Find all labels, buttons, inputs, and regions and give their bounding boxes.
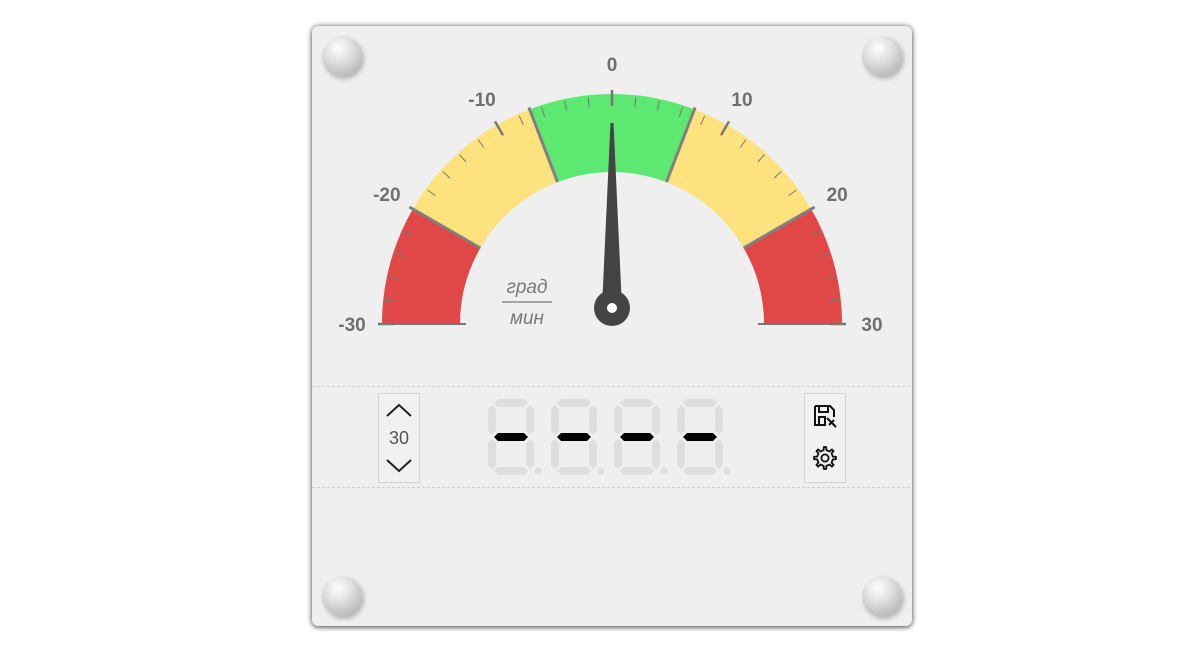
gauge-panel: -30 -20 -10 0 10 20 30 град мин 30 bbox=[312, 26, 912, 626]
segment-off bbox=[526, 405, 534, 435]
digit-0 bbox=[488, 399, 542, 475]
scale-label: -10 bbox=[468, 90, 495, 111]
segment-off bbox=[677, 439, 685, 469]
segment-middle bbox=[494, 433, 528, 441]
segment-off bbox=[551, 439, 559, 469]
chevron-down-icon bbox=[386, 459, 412, 473]
segment-off bbox=[488, 405, 496, 435]
settings-button[interactable] bbox=[811, 444, 839, 472]
digit-2 bbox=[614, 399, 668, 475]
segment-off bbox=[683, 399, 717, 407]
range-value: 30 bbox=[388, 428, 410, 448]
segment-off bbox=[494, 467, 528, 475]
segment-middle bbox=[557, 433, 591, 441]
decimal-point bbox=[597, 467, 605, 475]
screw-bottom-right bbox=[862, 576, 902, 616]
range-selector: 30 bbox=[378, 393, 420, 483]
segment-middle bbox=[683, 433, 717, 441]
segment-off bbox=[620, 399, 654, 407]
tool-panel bbox=[804, 393, 846, 483]
digit-1 bbox=[551, 399, 605, 475]
unit-numerator: град bbox=[506, 277, 547, 298]
save-button[interactable] bbox=[811, 402, 839, 430]
scale-label: 0 bbox=[607, 55, 618, 76]
chevron-up-icon bbox=[386, 403, 412, 417]
scale-label: -20 bbox=[373, 185, 400, 206]
segment-middle bbox=[620, 433, 654, 441]
decimal-point bbox=[660, 467, 668, 475]
segment-off bbox=[614, 405, 622, 435]
segment-off bbox=[557, 399, 591, 407]
scale-label: 30 bbox=[861, 315, 882, 336]
screw-bottom-left bbox=[322, 576, 362, 616]
segment-off bbox=[589, 405, 597, 435]
segment-off bbox=[589, 439, 597, 469]
range-down-button[interactable] bbox=[379, 454, 419, 478]
scale-label: 20 bbox=[827, 185, 848, 206]
segment-off bbox=[488, 439, 496, 469]
needle-hub-center bbox=[607, 303, 617, 313]
decimal-point bbox=[723, 467, 731, 475]
decimal-point bbox=[534, 467, 542, 475]
segment-off bbox=[683, 467, 717, 475]
scale-label: -30 bbox=[338, 315, 365, 336]
segment-off bbox=[652, 439, 660, 469]
gauge-dial: -30 -20 -10 0 10 20 30 град мин bbox=[338, 55, 882, 336]
segment-off bbox=[557, 467, 591, 475]
scale-label: 10 bbox=[731, 90, 752, 111]
unit-denominator: мин bbox=[510, 308, 545, 329]
save-icon bbox=[814, 405, 837, 428]
range-up-button[interactable] bbox=[379, 398, 419, 422]
segment-off bbox=[715, 439, 723, 469]
segment-off bbox=[715, 405, 723, 435]
segment-off bbox=[551, 405, 559, 435]
segment-off bbox=[652, 405, 660, 435]
control-strip: 30 bbox=[312, 386, 910, 488]
digital-readout bbox=[488, 399, 731, 475]
gear-icon bbox=[813, 446, 837, 470]
segment-off bbox=[677, 405, 685, 435]
segment-off bbox=[494, 399, 528, 407]
digit-3 bbox=[677, 399, 731, 475]
segment-off bbox=[526, 439, 534, 469]
segment-off bbox=[620, 467, 654, 475]
segment-off bbox=[614, 439, 622, 469]
